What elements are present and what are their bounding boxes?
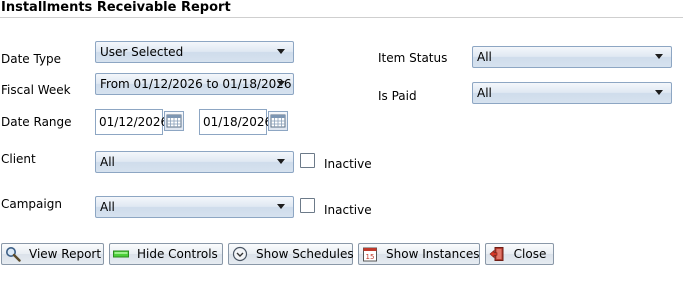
- page-title: Installments Receivable Report: [1, 0, 231, 15]
- calendar-grid-icon: [166, 114, 182, 128]
- chevron-down-icon: [655, 90, 663, 95]
- client-inactive-label: Inactive: [324, 157, 372, 171]
- chevron-down-icon: [277, 81, 285, 86]
- magnifier-icon: [6, 247, 21, 262]
- show-instances-button[interactable]: 15 Show Instances: [358, 243, 480, 265]
- date-type-label: Date Type: [1, 52, 62, 66]
- calendar-grid-icon: [270, 114, 286, 128]
- is-paid-value: All: [477, 86, 492, 100]
- end-date-picker-button[interactable]: [268, 111, 288, 131]
- chevron-down-icon: [277, 159, 285, 164]
- show-schedules-button[interactable]: Show Schedules: [228, 243, 354, 265]
- fiscal-week-select[interactable]: From 01/12/2026 to 01/18/2026: [95, 73, 294, 95]
- hide-controls-label: Hide Controls: [137, 247, 218, 261]
- start-date-input[interactable]: 01/12/2026: [95, 109, 168, 135]
- chevron-down-icon: [655, 54, 663, 59]
- view-report-button[interactable]: View Report: [1, 243, 104, 265]
- view-report-label: View Report: [29, 247, 102, 261]
- campaign-value: All: [100, 200, 115, 214]
- green-bar-icon: [113, 250, 129, 258]
- fiscal-week-label: Fiscal Week: [1, 83, 71, 97]
- fiscal-week-value: From 01/12/2026 to 01/18/2026: [100, 77, 292, 91]
- chevron-down-icon: [277, 49, 285, 54]
- is-paid-label: Is Paid: [378, 89, 417, 103]
- campaign-select[interactable]: All: [95, 196, 294, 218]
- exit-door-icon: [489, 247, 504, 261]
- end-date-input[interactable]: 01/18/2026: [199, 109, 272, 135]
- show-instances-label: Show Instances: [386, 247, 480, 261]
- clock-icon: [232, 246, 248, 262]
- item-status-label: Item Status: [378, 51, 448, 65]
- is-paid-select[interactable]: All: [472, 82, 672, 104]
- svg-text:15: 15: [366, 253, 375, 261]
- campaign-inactive-checkbox[interactable]: [300, 198, 315, 213]
- client-label: Client: [1, 152, 36, 166]
- date-type-select[interactable]: User Selected: [95, 41, 294, 63]
- title-divider: [0, 17, 683, 18]
- chevron-down-icon: [277, 204, 285, 209]
- client-select[interactable]: All: [95, 151, 294, 173]
- client-value: All: [100, 155, 115, 169]
- campaign-label: Campaign: [1, 197, 62, 211]
- close-label: Close: [513, 247, 547, 261]
- close-button[interactable]: Close: [485, 243, 554, 265]
- item-status-select[interactable]: All: [472, 46, 672, 68]
- item-status-value: All: [477, 50, 492, 64]
- client-inactive-checkbox[interactable]: [300, 153, 315, 168]
- show-schedules-label: Show Schedules: [256, 247, 354, 261]
- date-type-value: User Selected: [100, 45, 184, 59]
- calendar-icon: 15: [363, 247, 377, 262]
- hide-controls-button[interactable]: Hide Controls: [109, 243, 223, 265]
- campaign-inactive-label: Inactive: [324, 203, 372, 217]
- start-date-picker-button[interactable]: [164, 111, 184, 131]
- date-range-label: Date Range: [1, 115, 72, 129]
